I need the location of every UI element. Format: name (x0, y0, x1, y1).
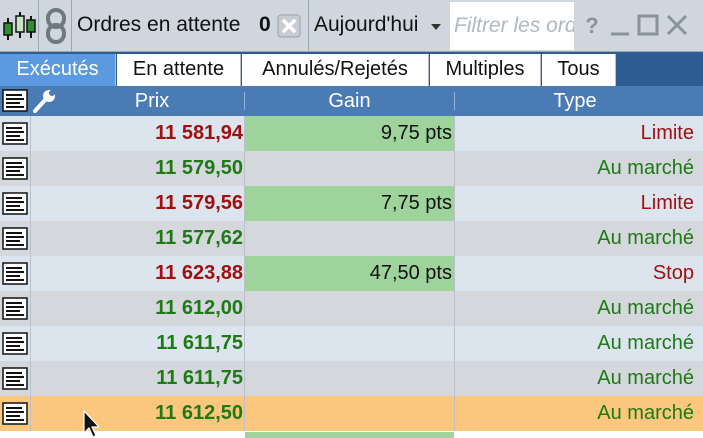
pending-orders-label: Ordres en attente (77, 13, 241, 36)
tab-cancelled-rejected[interactable]: Annulés/Rejetés (242, 54, 429, 86)
table-row[interactable]: 11 612,00 Au marché (0, 291, 703, 326)
type-cell: Au marché (597, 157, 694, 179)
toolbar-divider (71, 0, 72, 52)
type-cell: Au marché (597, 297, 694, 319)
period-dropdown[interactable]: Aujourd'hui (310, 0, 450, 52)
price-cell: 11 612,50 (155, 402, 243, 424)
order-details-icon[interactable] (2, 262, 30, 286)
gain-cell (245, 221, 454, 256)
gain-cell (245, 326, 454, 361)
order-details-icon[interactable] (2, 332, 30, 356)
price-cell: 11 579,56 (155, 192, 243, 214)
table-row[interactable]: 11 611,75 Au marché (0, 326, 703, 361)
maximize-icon[interactable] (636, 12, 660, 38)
table-row[interactable]: 11 579,56 7,75 pts Limite (0, 186, 703, 221)
clear-icon[interactable] (277, 14, 301, 38)
column-header-price[interactable]: Prix (60, 86, 244, 116)
table-row[interactable]: 11 581,94 9,75 pts Limite (0, 116, 703, 151)
type-cell: Limite (640, 122, 694, 144)
table-row[interactable]: 11 577,62 Au marché (0, 221, 703, 256)
gain-cell: 47,50 pts (245, 256, 454, 291)
type-cell: Au marché (597, 402, 694, 424)
svg-text:?: ? (585, 13, 598, 38)
price-cell: 11 612,00 (155, 297, 243, 319)
column-header-type[interactable]: Type (455, 86, 695, 116)
gain-cell (245, 361, 454, 396)
title-bar: Ordres en attente 0 Aujourd'hui ? (0, 0, 703, 52)
close-icon[interactable] (665, 12, 689, 38)
table-row[interactable]: 11 612,50 Au marché (0, 396, 703, 431)
type-cell: Au marché (597, 367, 694, 389)
price-cell: 11 579,50 (155, 157, 243, 179)
price-cell: 11 577,62 (155, 227, 243, 249)
gain-cell: 9,75 pts (245, 116, 454, 151)
filter-input[interactable] (450, 2, 574, 50)
type-cell: Au marché (597, 227, 694, 249)
toolbar-divider (38, 0, 39, 52)
order-details-icon[interactable] (2, 122, 30, 146)
price-cell: 11 581,94 (155, 122, 243, 144)
order-tabs: Exécutés En attente Annulés/Rejetés Mult… (0, 52, 703, 86)
wrench-icon[interactable] (32, 89, 58, 113)
help-icon[interactable]: ? (580, 12, 604, 38)
order-details-icon[interactable] (2, 157, 30, 181)
candlestick-chart-icon[interactable] (2, 8, 36, 44)
gain-cell: 7,75 pts (245, 186, 454, 221)
toolbar-divider (308, 0, 309, 52)
order-details-icon[interactable] (2, 402, 30, 426)
link-icon[interactable] (44, 8, 68, 44)
table-row[interactable]: 11 611,75 Au marché (0, 361, 703, 396)
minimize-icon[interactable] (608, 12, 632, 38)
chevron-down-icon (431, 24, 441, 30)
list-icon[interactable] (2, 89, 30, 113)
order-details-icon[interactable] (2, 227, 30, 251)
tab-multiple[interactable]: Multiples (430, 54, 541, 86)
tab-pending[interactable]: En attente (117, 54, 241, 86)
type-cell: Limite (640, 192, 694, 214)
order-details-icon[interactable] (2, 297, 30, 321)
gain-cell (245, 396, 454, 431)
table-row[interactable]: 11 579,50 Au marché (0, 151, 703, 186)
tab-all[interactable]: Tous (542, 54, 616, 86)
price-cell: 11 611,75 (156, 332, 243, 354)
column-header-gain[interactable]: Gain (245, 86, 454, 116)
price-cell: 11 611,75 (156, 367, 243, 389)
period-dropdown-label: Aujourd'hui (314, 13, 419, 36)
type-cell: Au marché (597, 332, 694, 354)
table-row[interactable]: 11 623,88 47,50 pts Stop (0, 256, 703, 291)
mouse-cursor-icon (83, 410, 101, 438)
orders-table-header: Prix Gain Type (0, 86, 703, 116)
order-details-icon[interactable] (2, 192, 30, 216)
pending-orders-count: 0 (259, 13, 271, 36)
order-details-icon[interactable] (2, 367, 30, 391)
gain-cell (245, 151, 454, 186)
gain-cell (245, 291, 454, 326)
tab-executed[interactable]: Exécutés (0, 54, 116, 86)
type-cell: Stop (652, 262, 694, 284)
price-cell: 11 623,88 (155, 262, 243, 284)
partial-gain-cell (245, 432, 454, 438)
